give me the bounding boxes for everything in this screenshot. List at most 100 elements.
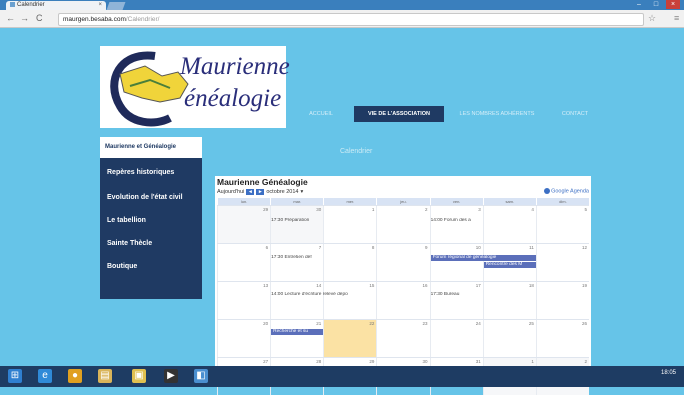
calendar-day-cell[interactable]: 29	[217, 206, 271, 243]
calendar-event[interactable]: 14:00 Forum des a	[431, 218, 481, 224]
calendar-day-cell[interactable]: 15	[323, 282, 376, 319]
calendar-day-cell[interactable]: 16	[376, 282, 429, 319]
calendar-day-cell[interactable]: 21	[270, 320, 323, 357]
system-tray-clock[interactable]: 18:05	[661, 370, 676, 376]
month-dropdown-icon[interactable]: ▾	[300, 189, 303, 195]
calendar-day-cell[interactable]: 8	[323, 244, 376, 281]
prev-month-button[interactable]: ◄	[246, 189, 255, 195]
day-number: 2	[584, 359, 587, 364]
calendar-day-cell[interactable]: 20	[217, 320, 270, 357]
today-button[interactable]: Aujourd'hui	[217, 189, 244, 195]
calendar-day-cell[interactable]: 26	[535, 320, 589, 357]
calendar-day-cell[interactable]: 10	[429, 244, 483, 281]
sidebar-item-sainte-thecle[interactable]: Sainte Thècle	[100, 240, 202, 247]
maximize-button[interactable]: □	[649, 0, 663, 9]
calendar-event[interactable]: 17:30 Préparation	[271, 218, 374, 224]
calendar-day-cell[interactable]: 22	[323, 320, 377, 357]
calendar-day-cell[interactable]: 6	[217, 244, 270, 281]
weekday-label: mer.	[323, 198, 376, 205]
weekday-label: mar.	[270, 198, 323, 205]
app-icon[interactable]: ◧	[194, 369, 208, 383]
minimize-button[interactable]: –	[632, 0, 646, 9]
close-window-button[interactable]: ×	[666, 0, 680, 9]
sidebar-item-reperes[interactable]: Repères historiques	[100, 169, 202, 176]
reload-icon[interactable]: C	[36, 13, 43, 23]
day-number: 29	[263, 207, 269, 212]
calendar-day-cell[interactable]: 1	[323, 206, 376, 243]
sidebar-item-boutique[interactable]: Boutique	[100, 263, 202, 270]
media-icon[interactable]: ▶	[164, 369, 178, 383]
tab-favicon-icon	[10, 1, 15, 7]
day-number: 28	[316, 359, 322, 364]
nav-item-adherents[interactable]: Les nombres adhérents	[452, 106, 542, 122]
calendar-event[interactable]: Rencontre des M	[483, 262, 536, 268]
day-number: 1	[531, 359, 534, 364]
sidebar-item-maurienne-genealogie[interactable]: Maurienne et Généalogie	[100, 137, 202, 158]
weekday-label: dim.	[535, 198, 589, 205]
tab-close-icon[interactable]: ×	[98, 1, 102, 10]
day-number: 12	[581, 245, 587, 250]
sidebar-item-etat-civil[interactable]: Evolution de l'état civil	[100, 194, 202, 201]
calendar-day-cell[interactable]: 3	[429, 206, 483, 243]
calendar-event[interactable]: 14:00 Lecture d'écriture relevé dépo	[271, 292, 427, 298]
calendar-day-cell[interactable]: 4	[482, 206, 536, 243]
calendar-day-cell[interactable]: 2	[376, 206, 429, 243]
browser-tab[interactable]: Calendrier ×	[6, 1, 106, 10]
calendar-day-cell[interactable]: 12	[535, 244, 589, 281]
google-calendar-link[interactable]: Google Agenda	[544, 188, 589, 194]
calendar-week-row: 13 14 15 16 17 18 19	[217, 281, 589, 319]
calendar-day-cell[interactable]: 17	[429, 282, 483, 319]
start-icon[interactable]: ⊞	[8, 369, 22, 383]
calendar-day-cell[interactable]: 7	[270, 244, 323, 281]
day-number: 5	[584, 207, 587, 212]
calendar-event[interactable]: Recherche et su	[271, 329, 324, 335]
nav-item-accueil[interactable]: Accueil	[296, 106, 346, 122]
url-field[interactable]: maurgen.besaba.com/Calendrier/	[58, 13, 644, 26]
calendar-day-cell[interactable]: 25	[482, 320, 536, 357]
calendar-day-cell[interactable]: 23	[376, 320, 429, 357]
explorer-icon[interactable]: ▤	[98, 369, 112, 383]
calendar-day-cell[interactable]: 30	[270, 206, 324, 243]
calendar-day-cell[interactable]: 9	[376, 244, 429, 281]
calendar-day-cell[interactable]: 24	[429, 320, 483, 357]
calendar-day-cell[interactable]: 14	[270, 282, 323, 319]
day-number: 4	[531, 207, 534, 212]
calendar-day-cell[interactable]: 5	[535, 206, 589, 243]
day-number: 29	[369, 359, 375, 364]
nav-item-contact[interactable]: Contact	[550, 106, 600, 122]
new-tab-button[interactable]	[106, 2, 126, 10]
logo-title-line1: Maurienne	[180, 53, 290, 80]
back-icon[interactable]: ←	[6, 13, 15, 23]
day-number: 23	[422, 321, 428, 326]
calendar-event[interactable]: Forum régional de généalogie	[430, 255, 536, 261]
day-number: 2	[425, 207, 428, 212]
forward-icon[interactable]: →	[20, 13, 29, 23]
day-number: 10	[475, 245, 481, 250]
sidebar: Maurienne et Généalogie Repères historiq…	[100, 137, 202, 299]
chrome-icon[interactable]: ●	[68, 369, 82, 383]
tab-title: Calendrier	[17, 2, 45, 8]
calendar-week-row: 29 30 1 2 3 4 5	[217, 205, 589, 243]
day-number: 20	[263, 321, 269, 326]
site-logo[interactable]: Maurienne énéalogie	[100, 46, 290, 128]
day-number: 11	[529, 245, 534, 250]
day-number: 16	[422, 283, 428, 288]
day-number: 31	[475, 359, 481, 364]
day-number: 25	[528, 321, 534, 326]
day-number: 21	[316, 321, 322, 326]
day-number: 1	[371, 207, 375, 212]
calendar-day-cell[interactable]: 19	[535, 282, 589, 319]
next-month-button[interactable]: ►	[256, 189, 265, 195]
ie-icon[interactable]: e	[38, 369, 52, 383]
calendar-event[interactable]: 17:30 Entretien déf	[271, 255, 374, 261]
nav-item-vie-association[interactable]: Vie de l'association	[354, 106, 444, 122]
calendar-event[interactable]: 17:30 Bureau	[431, 292, 481, 298]
bookmark-star-icon[interactable]: ☆	[648, 13, 656, 24]
folder-icon[interactable]: ▣	[132, 369, 146, 383]
menu-icon[interactable]: ≡	[674, 13, 679, 23]
calendar-day-cell[interactable]: 13	[217, 282, 270, 319]
main-nav: Accueil Vie de l'association Les nombres…	[296, 106, 600, 122]
sidebar-item-tabellion[interactable]: Le tabellion	[100, 217, 202, 224]
day-number: 22	[369, 321, 375, 326]
calendar-day-cell[interactable]: 18	[482, 282, 536, 319]
